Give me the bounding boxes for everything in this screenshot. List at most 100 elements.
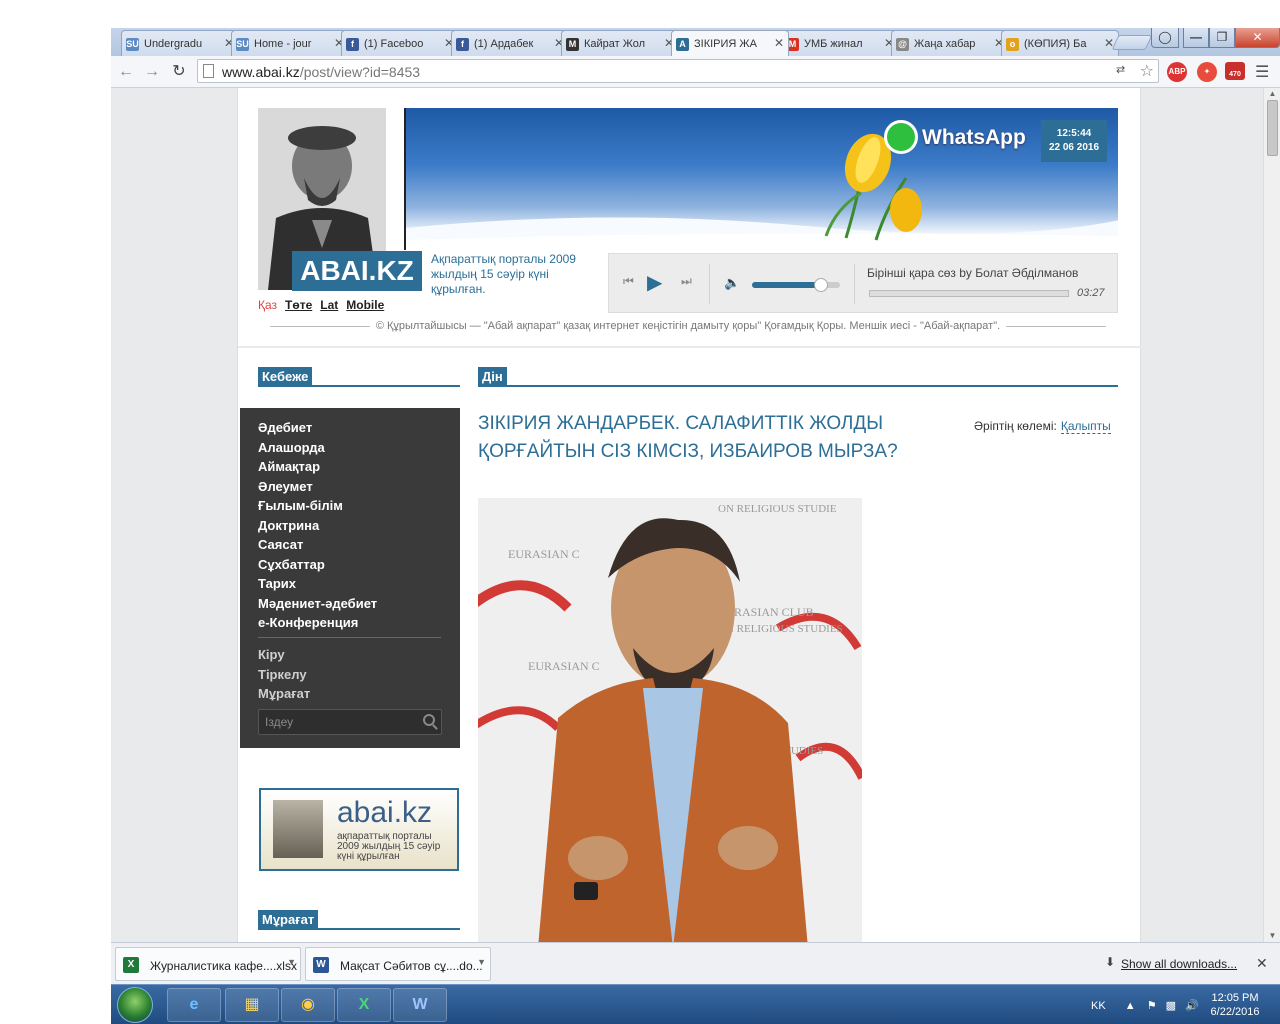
article-title: ЗІКІРИЯ ЖАНДАРБЕК. САЛАФИТТІК ЖОЛДЫ ҚОРҒ… [478, 413, 898, 462]
font-size-selector[interactable]: Қалыпты [1060, 419, 1111, 434]
language-option[interactable]: Mobile [346, 298, 384, 312]
play-icon[interactable]: ▶ [647, 270, 662, 295]
tab-label: (1) Faceboo [364, 38, 424, 50]
volume-tray-icon[interactable]: 🔊 [1185, 1000, 1199, 1012]
page-icon [203, 64, 214, 78]
sidebar-category-item[interactable]: Сұхбаттар [258, 557, 325, 572]
sidebar-category-item[interactable]: e-Конференция [258, 615, 358, 630]
sidebar-category-item[interactable]: Саясат [258, 537, 303, 552]
header-clock: 12:5:44 22 06 2016 [1041, 120, 1107, 162]
scroll-down-icon[interactable]: ▼ [1264, 930, 1280, 942]
article-category-line [478, 385, 1118, 387]
sidebar-category-item[interactable]: Алашорда [258, 440, 325, 455]
reload-button[interactable]: ↻ [168, 61, 190, 83]
sidebar-category-item[interactable]: Доктрина [258, 518, 319, 533]
download-item[interactable]: X Журналистика кафе....xlsx ▼ [115, 947, 301, 981]
adblock-plus-icon[interactable]: ABP [1167, 62, 1187, 82]
excel-icon[interactable]: X [337, 988, 391, 1022]
sidebar-category-item[interactable]: Аймақтар [258, 459, 320, 474]
extension-icon[interactable]: ✦ [1197, 62, 1217, 82]
ad-portrait-image [273, 800, 323, 858]
page-scrollbar[interactable]: ▲ ▼ [1263, 88, 1280, 942]
forward-button[interactable]: → [141, 61, 163, 83]
menu-divider [258, 637, 441, 638]
download-filename: Журналистика кафе....xlsx [150, 959, 297, 973]
download-item[interactable]: W Мақсат Сәбитов сұ....do... ▼ [305, 947, 491, 981]
scrollbar-thumb[interactable] [1267, 100, 1278, 156]
url-text[interactable]: www.abai.kz/post/view?id=8453 [222, 64, 420, 80]
browser-tab[interactable]: M Кайрат Жол ✕ [561, 30, 679, 56]
header-banner: WhatsApp 12:5:44 22 06 2016 [404, 108, 1118, 250]
start-button[interactable] [117, 987, 153, 1023]
photo-wall-text: ON RELIGIOUS STUDIE [718, 503, 837, 515]
internet-explorer-icon[interactable]: e [167, 988, 221, 1022]
gmail-badge-icon[interactable]: 470 [1225, 62, 1245, 80]
volume-slider[interactable] [752, 278, 840, 292]
tray-expand-icon[interactable]: ▲ [1125, 1000, 1136, 1012]
close-window-button[interactable]: ✕ [1235, 28, 1280, 48]
chrome-icon[interactable]: ◉ [281, 988, 335, 1022]
language-option[interactable]: Қаз [258, 298, 277, 312]
language-option[interactable]: Lat [320, 298, 338, 312]
previous-track-icon[interactable]: ⏮ [623, 274, 634, 289]
sidebar-account-item[interactable]: Тіркелу [258, 667, 307, 682]
track-time: 03:27 [1077, 287, 1105, 299]
abai-ad-banner[interactable]: abai.kz ақпараттық порталы 2009 жылдың 1… [259, 788, 459, 871]
sidebar-account-item[interactable]: Мұрағат [258, 686, 310, 701]
system-tray: KK ▲ ⚑ ▩ 🔊 [1091, 999, 1199, 1012]
input-language[interactable]: KK [1091, 1000, 1106, 1012]
search-icon[interactable] [423, 714, 435, 726]
volume-icon[interactable]: 🔈 [724, 275, 740, 291]
scroll-up-icon[interactable]: ▲ [1264, 88, 1280, 100]
maximize-button[interactable]: ❐ [1209, 28, 1235, 48]
download-menu-chevron-icon[interactable]: ▼ [287, 957, 296, 967]
browser-toolbar: ← → ↻ www.abai.kz/post/view?id=8453 ⇄ ☆ … [111, 56, 1280, 88]
tab-label: Home - jour [254, 38, 312, 50]
tab-close-icon[interactable]: ✕ [774, 36, 784, 50]
article-photo: ON RELIGIOUS STUDIE EURASIAN C EURASIAN … [478, 498, 862, 942]
translate-icon[interactable]: ⇄ [1116, 63, 1132, 79]
close-downloads-icon[interactable]: ✕ [1256, 955, 1268, 972]
volume-knob[interactable] [813, 278, 828, 292]
download-menu-chevron-icon[interactable]: ▼ [477, 957, 486, 967]
downloads-bar: X Журналистика кафе....xlsx ▼ W Мақсат Сәбит… [111, 942, 1280, 984]
browser-tab[interactable]: M УМБ жинал ✕ [781, 30, 899, 56]
browser-tab[interactable]: SU Home - jour ✕ [231, 30, 349, 56]
menu-icon[interactable]: ☰ [1255, 62, 1269, 82]
sidebar-account-item[interactable]: Кіру [258, 647, 285, 662]
back-button[interactable]: ← [115, 61, 137, 83]
sidebar-category-item[interactable]: Тарих [258, 576, 296, 591]
show-all-downloads-link[interactable]: Show all downloads... [1121, 957, 1237, 971]
track-progress-bar[interactable] [869, 290, 1069, 297]
article-category[interactable]: Дін [478, 367, 507, 386]
network-icon[interactable]: ▩ [1166, 1000, 1176, 1012]
ad-subtitle: ақпараттық порталы 2009 жылдың 15 сәуір … [337, 831, 441, 862]
language-option[interactable]: Төте [285, 298, 312, 312]
browser-tab[interactable]: f (1) Faceboo ✕ [341, 30, 459, 56]
search-input[interactable] [259, 710, 419, 734]
browser-tab[interactable]: o (КӨПИЯ) Ба ✕ [1001, 30, 1119, 56]
address-bar[interactable]: www.abai.kz/post/view?id=8453 ⇄ ☆ [197, 59, 1159, 83]
sidebar-category-item[interactable]: Ғылым-білім [258, 498, 343, 513]
font-size-label: Әріптің көлемі: [974, 419, 1057, 433]
clock-time: 12:5:44 [1056, 128, 1092, 139]
sidebar-category-item[interactable]: Әлеумет [258, 479, 313, 494]
copyright-line: © Құрылтайшысы — "Абай ақпарат" қазақ ин… [258, 320, 1118, 332]
site-logo[interactable]: ABAI.KZ [292, 251, 422, 291]
sidebar-menu: Әдебиет Алашорда Аймақтар Әлеумет Ғылым-білі… [240, 408, 460, 748]
minimize-button[interactable]: — [1183, 28, 1209, 48]
sidebar-category-item[interactable]: Әдебиет [258, 420, 312, 435]
bookmark-star-icon[interactable]: ☆ [1140, 61, 1154, 81]
word-icon[interactable]: W [393, 988, 447, 1022]
browser-tab[interactable]: SU Undergradu ✕ [121, 30, 239, 56]
file-explorer-icon[interactable]: ▦ [225, 988, 279, 1022]
flag-icon[interactable]: ⚑ [1147, 1000, 1157, 1012]
user-profile-button[interactable]: ◯ [1151, 28, 1179, 48]
new-tab-button[interactable] [1111, 35, 1153, 50]
sidebar-category-item[interactable]: Мәдениет-әдебиет [258, 596, 377, 611]
browser-tab[interactable]: f (1) Ардабек ✕ [451, 30, 569, 56]
taskbar-clock[interactable]: 12:05 PM 6/22/2016 [1205, 991, 1265, 1019]
browser-tab[interactable]: A ЗІКІРИЯ ЖА ✕ [671, 30, 789, 56]
next-track-icon[interactable]: ⏭ [681, 274, 692, 289]
browser-tab[interactable]: @ Жаңа хабар ✕ [891, 30, 1009, 56]
